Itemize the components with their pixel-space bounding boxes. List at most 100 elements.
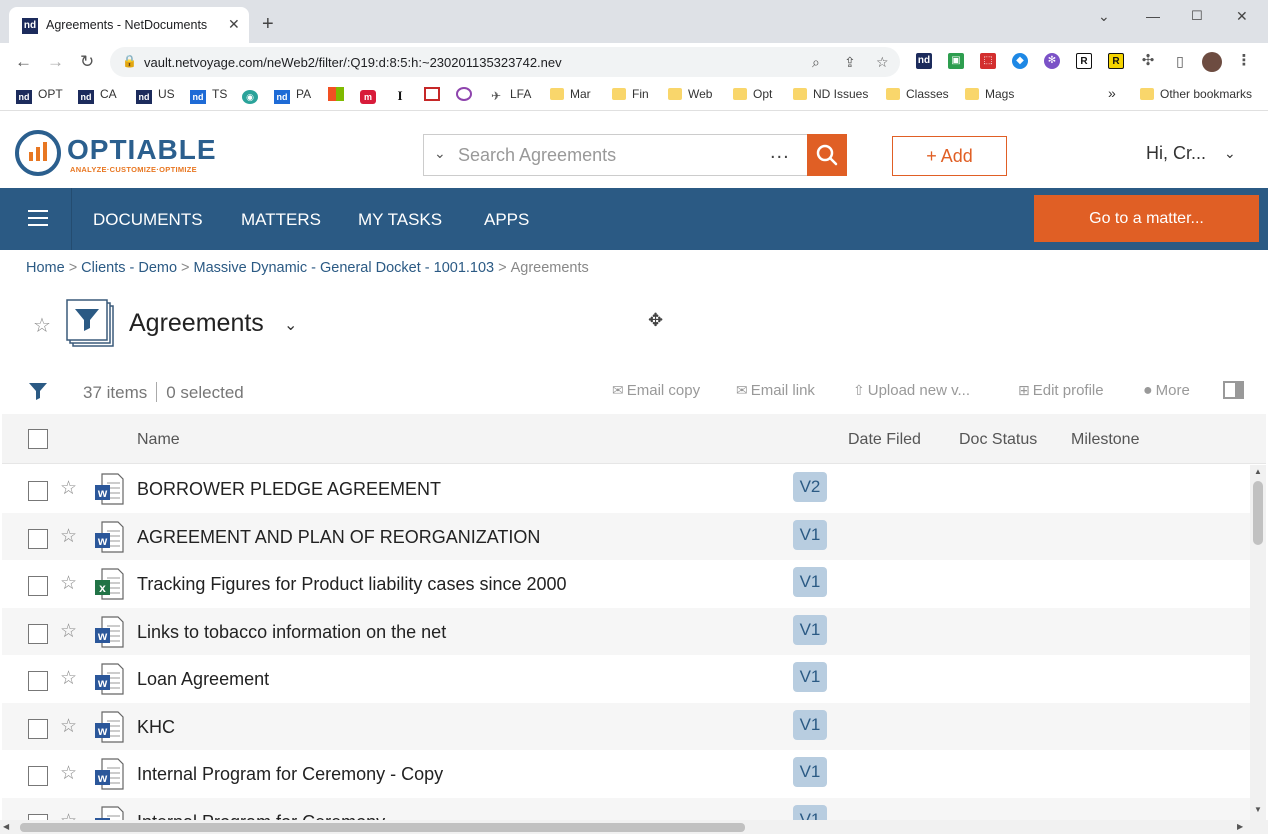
vertical-scrollbar[interactable]: ▲ ▼ [1250,465,1266,821]
table-row[interactable]: ☆ w BORROWER PLEDGE AGREEMENT V2 [2,465,1250,513]
search-input[interactable] [458,143,758,167]
share-icon[interactable]: ⇪ [844,54,856,71]
bookmark-lfa[interactable]: ✈ LFA [488,87,531,105]
bookmark-i[interactable]: I [392,87,414,105]
favorite-star-icon[interactable]: ☆ [60,762,77,785]
title-dropdown-chevron-icon[interactable]: ⌄ [284,315,297,335]
bookmark-folder-opt[interactable]: Opt [733,87,772,105]
bookmark-m[interactable]: m [360,87,382,105]
favorite-star-icon[interactable]: ☆ [60,572,77,595]
go-to-matter-button[interactable]: Go to a matter... [1034,195,1259,242]
version-badge[interactable]: V1 [793,614,827,645]
bookmark-circle[interactable] [456,87,478,105]
table-row[interactable]: ☆wInternal Program for CeremonyV1 [2,797,1250,821]
scroll-up-arrow-icon[interactable]: ▲ [1254,467,1262,476]
version-badge[interactable]: V1 [793,709,827,740]
bookmark-red[interactable] [424,87,446,105]
column-name[interactable]: Name [137,431,180,449]
browser-menu-icon[interactable]: ⋮ [1236,53,1252,69]
vertical-scroll-thumb[interactable] [1253,481,1263,545]
bookmark-globe[interactable]: ◉ [242,87,264,105]
pdf-extension-icon[interactable]: ⬚ [980,53,996,69]
browser-tab[interactable]: nd Agreements - NetDocuments ✕ [9,7,249,43]
document-name[interactable]: AGREEMENT AND PLAN OF REORGANIZATION [137,527,540,548]
bookmark-microsoft[interactable] [328,87,350,105]
search-options-button[interactable]: ... [770,141,790,164]
page-title[interactable]: Agreements [129,309,264,338]
bookmark-folder-fin[interactable]: Fin [612,87,649,105]
bookmark-ca[interactable]: nd CA [78,87,117,105]
bookmark-other[interactable]: Other bookmarks [1140,87,1252,105]
r-yellow-extension-icon[interactable]: R [1108,53,1124,69]
add-button[interactable]: + Add [892,136,1007,176]
bookmark-opt[interactable]: nd OPT [16,87,63,105]
column-date-filed[interactable]: Date Filed [848,431,921,449]
zoom-icon[interactable]: ⌕ [812,54,820,71]
shield-extension-icon[interactable]: ◆ [1012,53,1028,69]
table-row[interactable]: ☆ w Internal Program for Ceremony - Copy V1 [2,750,1250,798]
upload-new-version-button[interactable]: ⇧ Upload new v... [853,382,970,399]
close-window-icon[interactable]: ✕ [1236,8,1248,25]
table-row[interactable]: ☆ w Links to tobacco information on the ne… [2,607,1250,655]
nav-matters[interactable]: MATTERS [241,210,321,230]
favorite-star-icon[interactable]: ☆ [60,620,77,643]
bookmark-folder-nd-issues[interactable]: ND Issues [793,87,868,105]
preview-panel-toggle-icon[interactable] [1223,381,1244,399]
user-greeting[interactable]: Hi, Cr... [1146,143,1206,164]
breadcrumb-matter[interactable]: Massive Dynamic - General Docket - 1001.… [194,260,495,276]
search-scope-chevron-icon[interactable]: ⌄ [434,145,446,162]
forward-icon[interactable]: → [47,52,64,72]
back-icon[interactable]: ← [15,52,32,72]
tab-search-icon[interactable]: ⌄ [1098,8,1110,25]
scroll-left-arrow-icon[interactable]: ◀ [3,822,9,831]
r-extension-icon[interactable]: R [1076,53,1092,69]
more-bookmarks-icon[interactable]: » [1108,85,1116,103]
scroll-right-arrow-icon[interactable]: ▶ [1237,822,1243,831]
maximize-icon[interactable]: ☐ [1191,8,1203,24]
menu-hamburger-icon[interactable] [0,188,72,250]
row-checkbox[interactable] [28,623,48,644]
table-row[interactable]: ☆ w AGREEMENT AND PLAN OF REORGANIZATION V1 [2,512,1250,560]
favorite-star-icon[interactable]: ☆ [60,715,77,738]
extensions-puzzle-icon[interactable]: ✣ [1140,53,1156,69]
bookmark-ts[interactable]: nd TS [190,87,227,105]
document-name[interactable]: Tracking Figures for Product liability c… [137,574,567,595]
version-badge[interactable]: V1 [793,804,827,821]
favorite-star-icon[interactable]: ☆ [60,667,77,690]
select-all-checkbox[interactable] [28,429,48,449]
email-copy-button[interactable]: ✉ Email copy [612,382,700,399]
green-extension-icon[interactable]: ▣ [948,53,964,69]
version-badge[interactable]: V1 [793,567,827,597]
breadcrumb-clients-demo[interactable]: Clients - Demo [81,260,177,276]
row-checkbox[interactable] [28,528,48,549]
new-tab-icon[interactable]: + [262,14,274,34]
document-name[interactable]: Loan Agreement [137,669,269,690]
document-name[interactable]: Internal Program for Ceremony - Copy [137,764,443,785]
row-checkbox[interactable] [28,671,48,691]
bookmark-folder-mags[interactable]: Mags [965,87,1014,105]
nav-apps[interactable]: APPS [484,210,529,230]
version-badge[interactable]: V1 [793,519,827,550]
filter-icon[interactable] [28,381,48,401]
address-bar[interactable]: 🔒 vault.netvoyage.com/neWeb2/filter/:Q19… [110,47,900,77]
column-milestone[interactable]: Milestone [1071,431,1139,449]
favorite-star-icon[interactable]: ☆ [60,525,77,548]
optiable-logo[interactable]: OPTIABLE ANALYZE·CUSTOMIZE·OPTIMIZE [15,130,216,176]
profile-avatar[interactable] [1202,52,1222,72]
horizontal-scrollbar[interactable]: ◀ ▶ [0,820,1268,834]
user-menu-chevron-icon[interactable]: ⌄ [1224,145,1236,162]
bookmark-folder-web[interactable]: Web [668,87,712,105]
document-name[interactable]: BORROWER PLEDGE AGREEMENT [137,479,441,500]
table-row[interactable]: ☆ w KHC V1 [2,702,1250,750]
reload-icon[interactable]: ↻ [80,52,94,72]
close-tab-icon[interactable]: ✕ [228,16,240,33]
more-actions-button[interactable]: ● More [1143,382,1190,400]
row-checkbox[interactable] [28,481,48,501]
version-badge[interactable]: V1 [793,662,827,692]
row-checkbox[interactable] [28,718,48,739]
table-row[interactable]: ☆ w Loan Agreement V1 [2,655,1250,703]
horizontal-scroll-thumb[interactable] [20,823,745,832]
favorite-star-icon[interactable]: ☆ [60,477,77,500]
nav-documents[interactable]: DOCUMENTS [93,210,203,230]
row-checkbox[interactable] [28,576,48,596]
